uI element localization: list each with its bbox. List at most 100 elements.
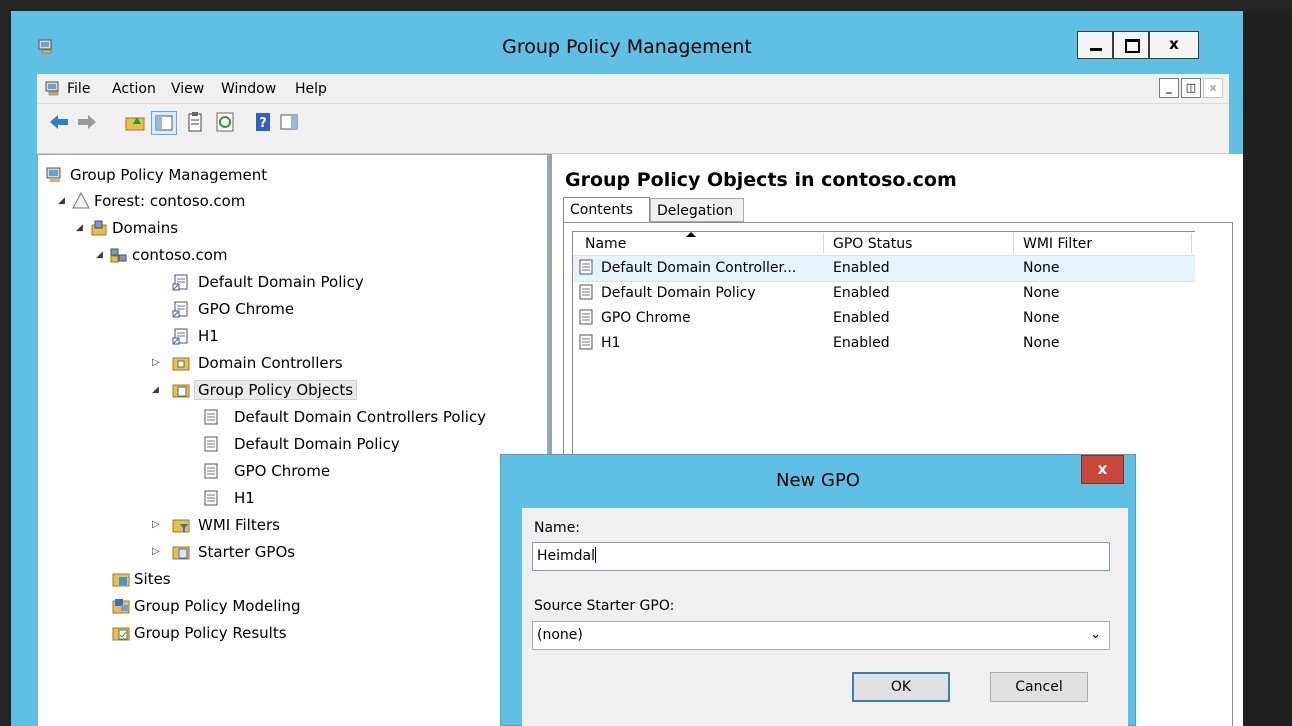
tree-label: GPO Chrome <box>198 300 295 318</box>
back-arrow-icon[interactable] <box>47 111 71 133</box>
expanded-arrow-icon[interactable]: ◢ <box>96 250 103 260</box>
source-starter-gpo-select[interactable]: (none) ⌄ <box>532 621 1110 650</box>
tree-label: Sites <box>134 570 171 588</box>
menu-view[interactable]: View <box>171 81 204 97</box>
gpo-status: Enabled <box>833 260 890 276</box>
collapsed-arrow-icon[interactable]: ▷ <box>152 519 160 530</box>
list-item[interactable]: GPO Chrome Enabled None <box>573 306 1195 331</box>
console-tree: Group Policy Management ◢ Forest: contos… <box>37 154 548 726</box>
title-bar[interactable]: Group Policy Management x <box>11 11 1243 73</box>
column-header-wmi-filter[interactable]: WMI Filter <box>1023 236 1092 252</box>
chevron-down-icon: ⌄ <box>1090 627 1101 642</box>
gpo-link-icon <box>172 274 188 291</box>
dialog-close-button[interactable]: x <box>1081 455 1124 484</box>
gpo-status: Enabled <box>833 335 890 351</box>
expanded-arrow-icon[interactable]: ◢ <box>58 196 65 206</box>
maximize-button[interactable] <box>1113 31 1149 59</box>
cancel-button[interactable]: Cancel <box>990 672 1088 702</box>
gpo-icon <box>204 436 218 452</box>
refresh-icon[interactable] <box>213 111 237 133</box>
desktop-background <box>1243 11 1292 726</box>
mdi-restore-button[interactable]: ◫ <box>1181 78 1201 98</box>
gpo-icon <box>579 284 593 300</box>
gpm-icon <box>46 167 61 182</box>
gpo-name-input[interactable]: Heimdal <box>532 542 1110 571</box>
gpo-status: Enabled <box>833 285 890 301</box>
maximize-icon <box>1125 39 1140 53</box>
select-value: (none) <box>537 627 583 643</box>
tree-label: Default Domain Policy <box>234 435 400 453</box>
gpo-folder-icon <box>172 384 190 398</box>
tree-label: Domains <box>112 219 179 237</box>
menu-help[interactable]: Help <box>295 81 327 97</box>
list-header: Name GPO Status WMI Filter <box>573 232 1195 254</box>
column-divider[interactable] <box>1191 233 1192 253</box>
svg-text:?: ? <box>259 116 267 131</box>
gpo-icon <box>579 309 593 325</box>
show-hide-tree-icon[interactable] <box>151 111 177 135</box>
gpo-link-icon <box>172 328 188 345</box>
tree-label: GPO Chrome <box>234 462 331 480</box>
ou-folder-icon <box>172 357 190 371</box>
tree-label: Group Policy Management <box>70 166 268 184</box>
gpo-status: Enabled <box>833 310 890 326</box>
gpo-link-icon <box>172 301 188 318</box>
minimize-button[interactable] <box>1077 31 1113 59</box>
gpo-icon <box>579 334 593 350</box>
menu-file[interactable]: File <box>67 81 90 97</box>
tree-label: Group Policy Results <box>134 624 287 642</box>
gpo-name: H1 <box>601 335 621 351</box>
close-button[interactable]: x <box>1149 31 1199 59</box>
column-divider[interactable] <box>1013 233 1014 253</box>
gpo-wmi-filter: None <box>1023 285 1060 301</box>
tree-label: WMI Filters <box>198 516 280 534</box>
menu-window[interactable]: Window <box>221 81 276 97</box>
tree-label: H1 <box>234 489 255 507</box>
tree-label: Forest: contoso.com <box>94 192 246 210</box>
gpo-wmi-filter: None <box>1023 335 1060 351</box>
gpo-icon <box>204 409 218 425</box>
tab-contents[interactable]: Contents <box>563 197 650 223</box>
mdi-minimize-button[interactable]: _ <box>1159 78 1179 98</box>
forward-arrow-icon[interactable] <box>75 111 99 133</box>
gpo-wmi-filter: None <box>1023 260 1060 276</box>
minimize-icon <box>1090 48 1102 51</box>
collapsed-arrow-icon[interactable]: ▷ <box>152 357 160 368</box>
tree-label: Domain Controllers <box>198 354 343 372</box>
sort-ascending-icon <box>686 232 696 237</box>
details-title: Group Policy Objects in contoso.com <box>565 169 957 191</box>
mdi-buttons: _ ◫ x <box>1157 78 1223 98</box>
tree-label: Default Domain Policy <box>198 273 364 291</box>
list-item[interactable]: Default Domain Controller... Enabled Non… <box>573 255 1195 282</box>
column-header-name[interactable]: Name <box>585 236 626 252</box>
mdi-close-button: x <box>1203 78 1223 98</box>
dialog-body: Name: Heimdal Source Starter GPO: (none)… <box>522 508 1128 726</box>
up-folder-icon[interactable] <box>123 111 147 133</box>
ok-button[interactable]: OK <box>852 672 950 702</box>
expanded-arrow-icon[interactable]: ◢ <box>152 385 159 395</box>
expanded-arrow-icon[interactable]: ◢ <box>76 223 83 233</box>
starter-folder-icon <box>172 546 190 560</box>
help-icon[interactable]: ? <box>251 111 275 133</box>
tree-label: Group Policy Objects <box>194 380 358 400</box>
window-title: Group Policy Management <box>502 36 752 58</box>
toolbar: ? <box>37 104 1229 154</box>
collapsed-arrow-icon[interactable]: ▷ <box>152 546 160 557</box>
wmi-folder-icon <box>172 519 190 533</box>
column-divider[interactable] <box>823 233 824 253</box>
results-icon <box>112 627 130 641</box>
menu-action[interactable]: Action <box>112 81 156 97</box>
name-label: Name: <box>534 520 581 536</box>
show-action-pane-icon[interactable] <box>277 111 301 133</box>
gpo-name: GPO Chrome <box>601 310 691 326</box>
properties-icon[interactable] <box>183 111 207 133</box>
column-header-gpo-status[interactable]: GPO Status <box>833 236 912 252</box>
gpo-name: Default Domain Controller... <box>601 260 797 276</box>
gpo-name-value: Heimdal <box>537 548 596 564</box>
source-starter-gpo-label: Source Starter GPO: <box>534 598 675 614</box>
list-item[interactable]: Default Domain Policy Enabled None <box>573 281 1195 306</box>
gpm-menu-icon[interactable] <box>45 80 61 96</box>
tab-delegation[interactable]: Delegation <box>650 198 744 222</box>
list-item[interactable]: H1 Enabled None <box>573 331 1195 356</box>
tree-label: Group Policy Modeling <box>134 597 301 615</box>
